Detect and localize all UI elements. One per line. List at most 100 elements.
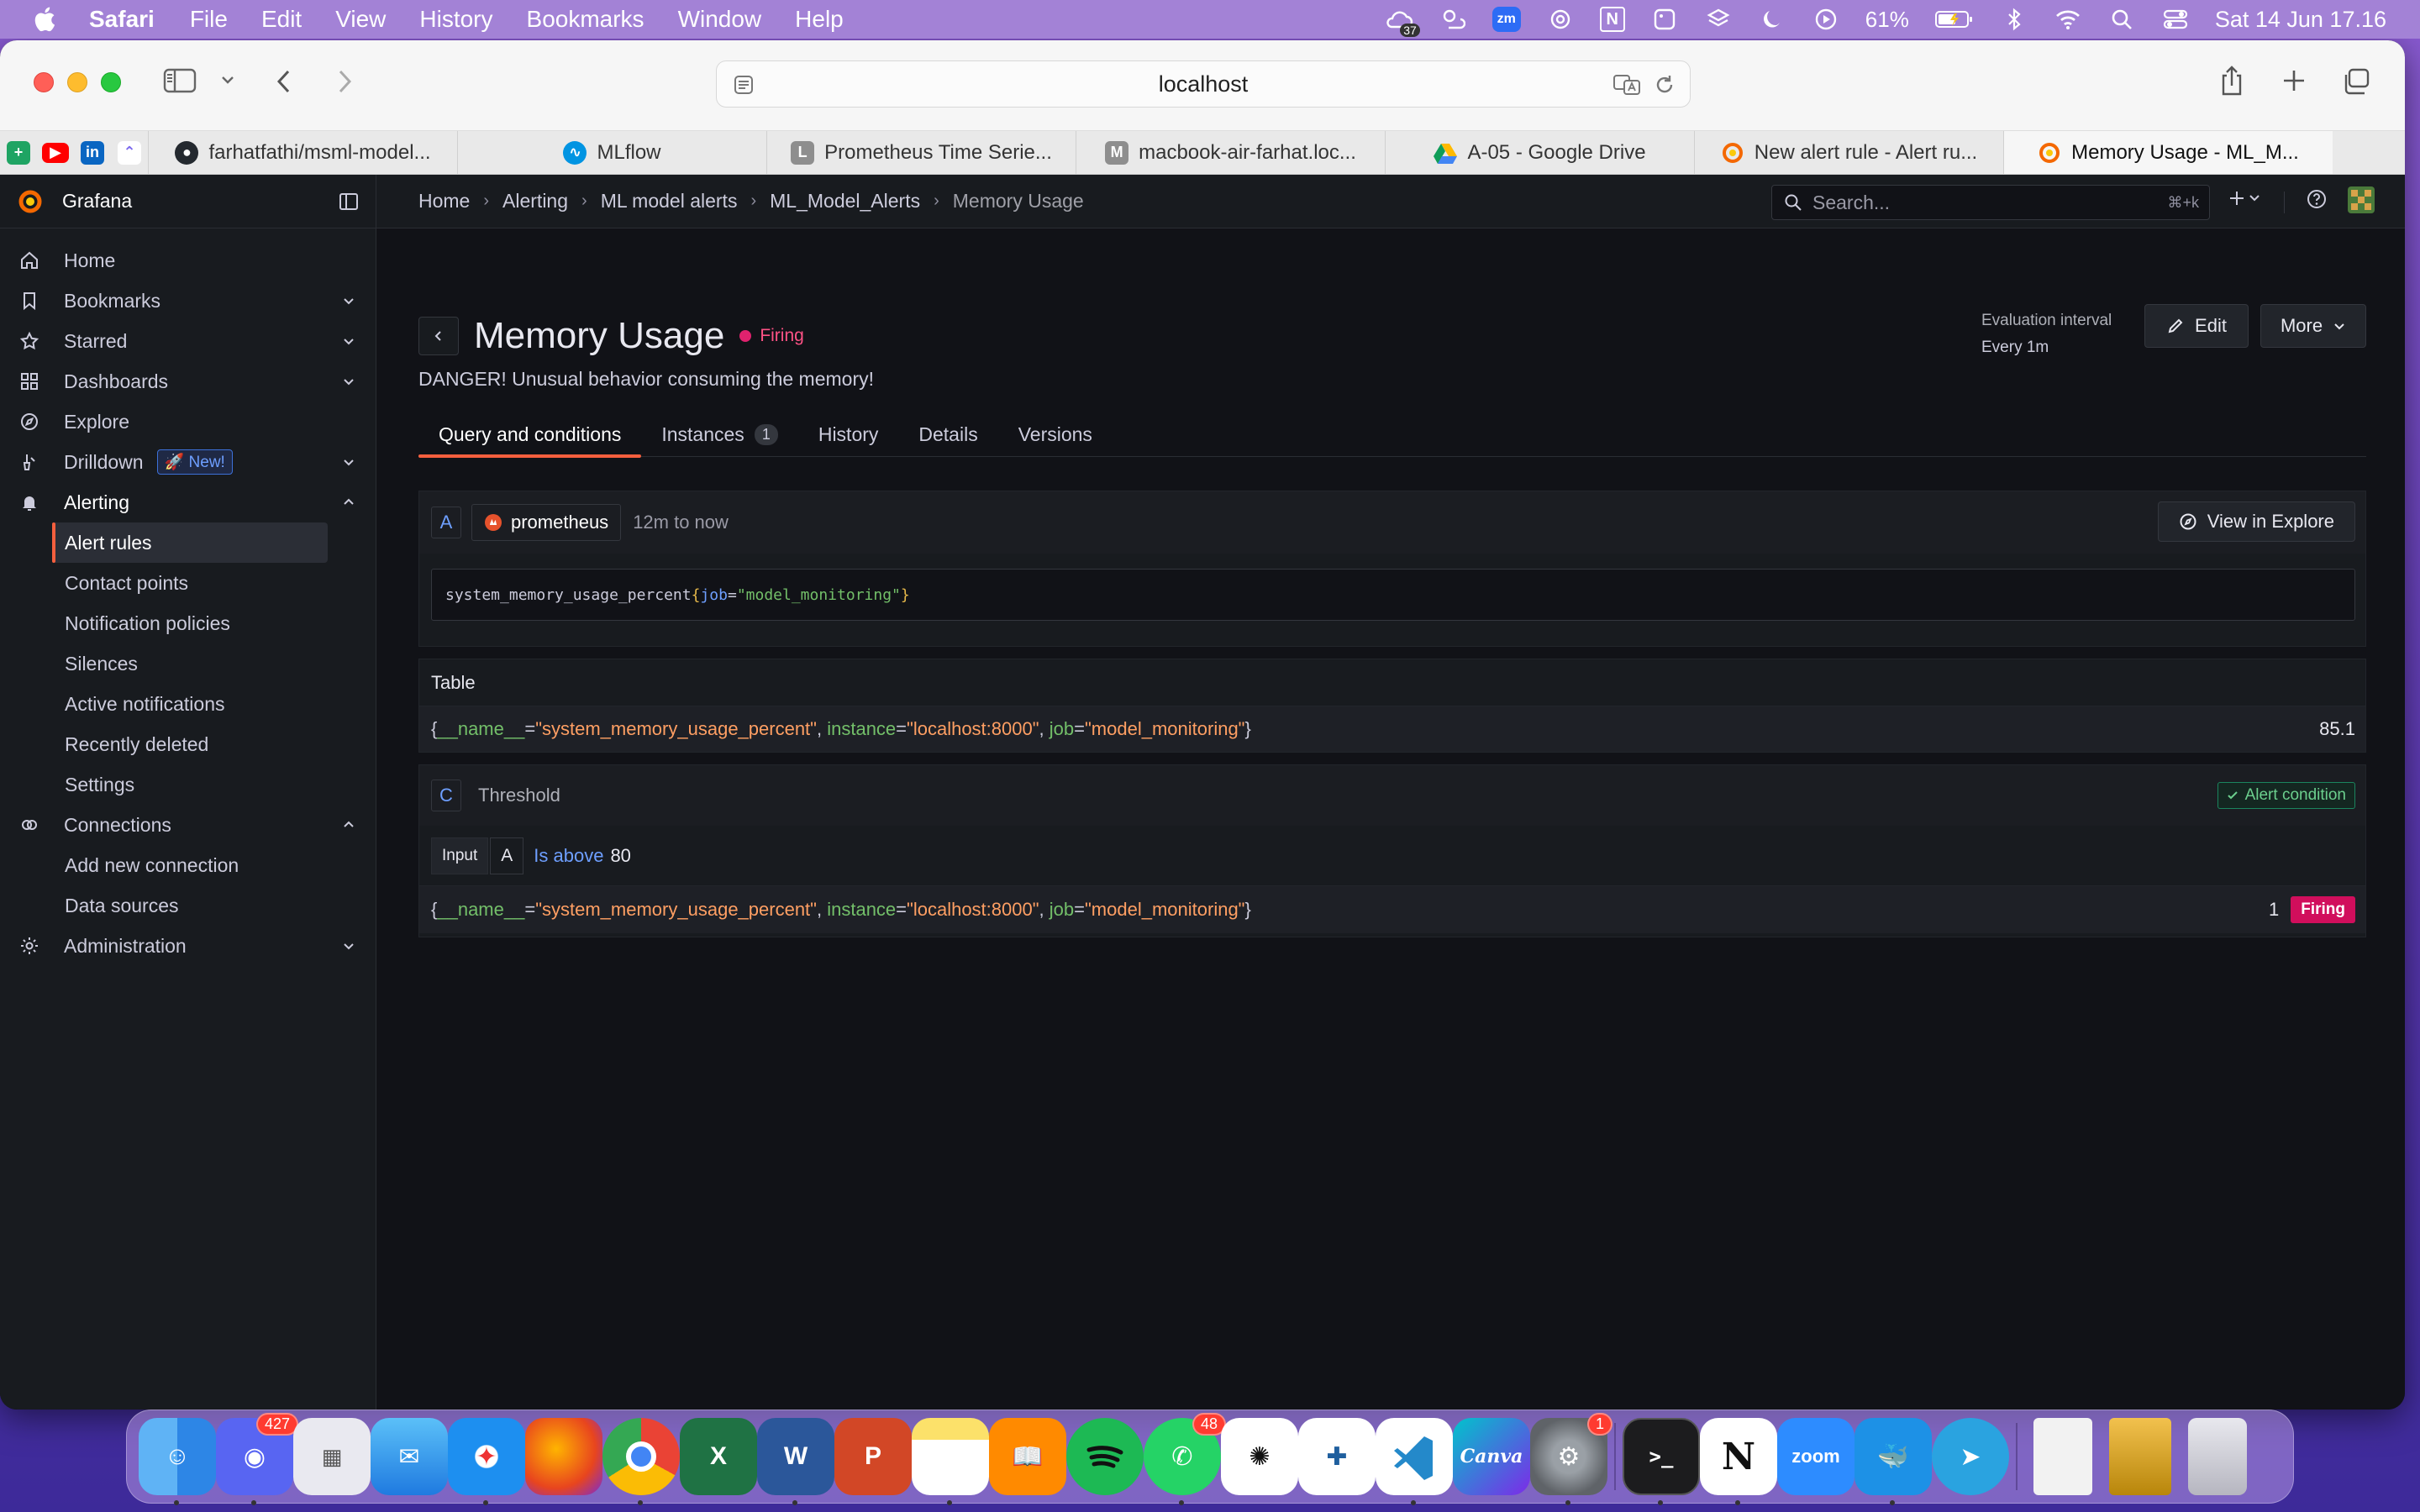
archive-icon[interactable]	[2109, 1418, 2171, 1495]
input-ref-select[interactable]: A	[490, 837, 524, 874]
chevron-up-icon[interactable]	[340, 494, 357, 511]
powerpoint-icon[interactable]: P	[834, 1418, 912, 1495]
pinned-tab-clickup[interactable]: ⌃	[111, 131, 148, 174]
grafana-brand[interactable]: Grafana	[0, 175, 376, 228]
breadcrumb-group[interactable]: ML_Model_Alerts	[770, 190, 920, 213]
sidebar-item-explore[interactable]: Explore	[0, 402, 376, 442]
tableau-icon[interactable]: ✚	[1298, 1418, 1376, 1495]
docker-icon[interactable]: 🐳	[1854, 1418, 1932, 1495]
tab-history[interactable]: History	[798, 412, 899, 457]
user-avatar[interactable]	[2348, 186, 2375, 213]
page-menu-icon[interactable]	[732, 73, 755, 102]
add-new-menu-button[interactable]	[2228, 188, 2262, 208]
window-close-button[interactable]	[34, 72, 54, 92]
breadcrumb-home[interactable]: Home	[418, 190, 470, 213]
cloud-notification-icon[interactable]: 37	[1385, 7, 1420, 37]
spotify-icon[interactable]	[1066, 1418, 1144, 1495]
battery-icon[interactable]	[1934, 7, 1975, 32]
back-arrow-icon[interactable]	[274, 67, 294, 96]
chatgpt-menubar-icon[interactable]	[1546, 7, 1575, 32]
layers-icon[interactable]	[1704, 7, 1733, 32]
chevron-up-icon[interactable]	[340, 816, 357, 833]
browser-tab-active[interactable]: Memory Usage - ML_M...	[2003, 131, 2333, 174]
notion-menubar-icon[interactable]: N	[1599, 7, 1625, 32]
terminal-icon[interactable]: >_	[1623, 1418, 1700, 1495]
share-icon[interactable]	[2218, 64, 2245, 97]
tab-query-and-conditions[interactable]: Query and conditions	[418, 412, 642, 458]
tab-group-chevron-icon[interactable]	[220, 74, 235, 86]
weather-icon[interactable]	[1439, 7, 1467, 32]
address-bar[interactable]: localhost	[716, 60, 1691, 108]
apple-logo-icon[interactable]	[32, 5, 60, 34]
whatsapp-icon[interactable]: ✆ 48	[1144, 1413, 1226, 1495]
notion-icon[interactable]: N	[1700, 1418, 1777, 1495]
dock-menu-icon[interactable]	[339, 192, 359, 217]
datasource-picker[interactable]: prometheus	[471, 504, 622, 541]
forward-arrow-icon[interactable]	[334, 67, 355, 96]
help-icon[interactable]	[2306, 188, 2328, 210]
sidebar-item-add-new-connection[interactable]: Add new connection	[0, 845, 376, 885]
menu-history[interactable]: History	[419, 6, 492, 33]
notes-icon[interactable]	[912, 1418, 989, 1495]
chevron-down-icon[interactable]	[340, 292, 357, 309]
sidebar-item-dashboards[interactable]: Dashboards	[0, 361, 376, 402]
edit-button[interactable]: Edit	[2144, 304, 2249, 348]
screenshot-icon[interactable]	[1650, 7, 1679, 32]
chevron-down-icon[interactable]	[340, 373, 357, 390]
zoom-icon[interactable]: zoom	[1777, 1418, 1854, 1495]
sidebar-item-alert-rules[interactable]: Alert rules	[52, 522, 328, 563]
menu-view[interactable]: View	[335, 6, 386, 33]
menu-edit[interactable]: Edit	[261, 6, 302, 33]
mail-icon[interactable]: ✉	[371, 1418, 448, 1495]
zoom-menubar-icon[interactable]: zm	[1491, 7, 1521, 32]
grafana-search-input[interactable]: Search... ⌘+k	[1771, 185, 2210, 220]
system-settings-icon[interactable]: ⚙ 1	[1530, 1413, 1612, 1495]
browser-tab[interactable]: New alert rule - Alert ru...	[1694, 131, 2003, 174]
translate-icon[interactable]	[1612, 73, 1643, 102]
breadcrumb-alerting[interactable]: Alerting	[502, 190, 568, 213]
pinned-tab-sheets[interactable]: +	[0, 131, 37, 174]
chatgpt-icon[interactable]: ✺	[1221, 1418, 1298, 1495]
browser-tab[interactable]: M macbook-air-farhat.loc...	[1076, 131, 1385, 174]
threshold-value[interactable]: 80	[610, 845, 630, 867]
sidebar-item-alerting[interactable]: Alerting	[0, 482, 376, 522]
documents-icon[interactable]	[2033, 1418, 2092, 1495]
sidebar-toggle-icon[interactable]	[163, 67, 197, 94]
sidebar-item-silences[interactable]: Silences	[0, 643, 376, 684]
sidebar-item-active-notifications[interactable]: Active notifications	[0, 684, 376, 724]
sidebar-item-data-sources[interactable]: Data sources	[0, 885, 376, 926]
view-in-explore-button[interactable]: View in Explore	[2157, 501, 2355, 542]
spotlight-search-icon[interactable]	[2107, 7, 2136, 32]
sidebar-item-settings[interactable]: Settings	[0, 764, 376, 805]
browser-tab[interactable]: ∿ MLflow	[457, 131, 766, 174]
sidebar-item-connections[interactable]: Connections	[0, 805, 376, 845]
more-menu-button[interactable]: More	[2260, 304, 2366, 348]
query-time-range[interactable]: 12m to now	[633, 512, 729, 533]
pinned-tab-linkedin[interactable]: in	[74, 131, 111, 174]
new-tab-icon[interactable]	[2281, 67, 2307, 94]
chevron-down-icon[interactable]	[340, 937, 357, 954]
browser-tab[interactable]: A-05 - Google Drive	[1385, 131, 1694, 174]
threshold-operator[interactable]: Is above	[534, 845, 603, 867]
menu-app-name[interactable]: Safari	[89, 6, 155, 33]
firefox-icon[interactable]	[525, 1418, 602, 1495]
tab-instances[interactable]: Instances 1	[641, 412, 797, 457]
sidebar-item-contact-points[interactable]: Contact points	[0, 563, 376, 603]
breadcrumb-folder[interactable]: ML model alerts	[601, 190, 738, 213]
menu-help[interactable]: Help	[795, 6, 844, 33]
browser-tab[interactable]: ● farhatfathi/msml-model...	[148, 131, 457, 174]
window-minimize-button[interactable]	[67, 72, 87, 92]
control-center-icon[interactable]	[2161, 7, 2190, 32]
menu-window[interactable]: Window	[678, 6, 762, 33]
tab-overview-icon[interactable]	[2341, 67, 2371, 96]
sidebar-item-notification-policies[interactable]: Notification policies	[0, 603, 376, 643]
books-icon[interactable]: 📖	[989, 1418, 1066, 1495]
moon-icon[interactable]	[1758, 7, 1786, 32]
window-fullscreen-button[interactable]	[101, 72, 121, 92]
finder-icon[interactable]: ☺	[139, 1418, 216, 1495]
pinned-tab-youtube[interactable]: ▶	[37, 131, 74, 174]
menu-file[interactable]: File	[190, 6, 228, 33]
chrome-icon[interactable]	[602, 1418, 680, 1495]
vscode-icon[interactable]	[1376, 1418, 1453, 1495]
tab-versions[interactable]: Versions	[998, 412, 1113, 457]
